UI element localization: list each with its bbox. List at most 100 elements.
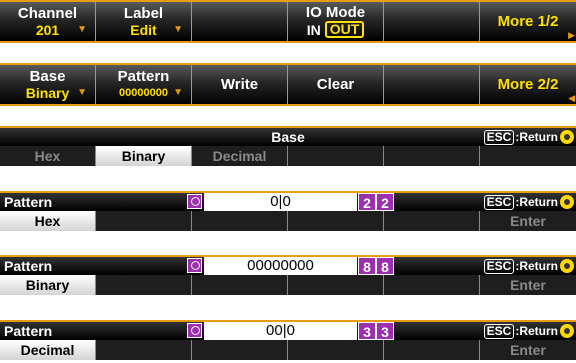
return-icon bbox=[560, 130, 574, 144]
softkey-bar-2: Base Binary Pattern 00000000 Write Clear… bbox=[0, 63, 576, 106]
io-mode-softkey[interactable]: IO Mode IN OUT bbox=[288, 2, 384, 41]
return-icon bbox=[560, 195, 574, 209]
enter-key[interactable]: Enter bbox=[480, 275, 576, 295]
channel-value: 201 bbox=[35, 21, 60, 38]
keypad-icon[interactable] bbox=[187, 258, 202, 273]
pattern-title: Pattern bbox=[4, 258, 53, 274]
empty-cell bbox=[288, 275, 384, 295]
chevron-down-icon bbox=[173, 25, 183, 35]
pattern-panel-keys: Hex Enter bbox=[0, 211, 576, 231]
io-out-option: OUT bbox=[324, 21, 365, 38]
max-length-indicator: 3 bbox=[376, 322, 394, 340]
label-value: Edit bbox=[130, 21, 157, 38]
clear-label: Clear bbox=[316, 75, 355, 93]
pattern-title: Pattern bbox=[4, 323, 53, 339]
more-softkey[interactable]: More 1/2 bbox=[480, 2, 576, 41]
esc-return[interactable]: ESC :Return bbox=[483, 257, 574, 275]
more-label: More 2/2 bbox=[497, 75, 559, 93]
pattern-panel-header: Pattern 00|0 3 3 ESC :Return bbox=[0, 320, 576, 340]
base-mode-key[interactable]: Hex bbox=[0, 211, 96, 231]
base-panel: Base ESC :Return Hex Binary Decimal bbox=[0, 126, 576, 166]
esc-return[interactable]: ESC :Return bbox=[483, 193, 574, 211]
empty-softkey[interactable] bbox=[384, 2, 480, 41]
base-panel-header: Base ESC :Return bbox=[0, 126, 576, 146]
more-label: More 1/2 bbox=[497, 12, 559, 30]
write-softkey[interactable]: Write bbox=[192, 65, 288, 104]
empty-cell bbox=[384, 340, 480, 360]
base-softkey[interactable]: Base Binary bbox=[0, 65, 96, 104]
base-option-hex[interactable]: Hex bbox=[0, 146, 96, 166]
base-options: Hex Binary Decimal bbox=[0, 146, 576, 166]
write-label: Write bbox=[220, 75, 259, 93]
channel-softkey[interactable]: Channel 201 bbox=[0, 2, 96, 41]
chevron-down-icon bbox=[77, 25, 87, 35]
max-length-indicator: 2 bbox=[376, 193, 394, 211]
base-value: Binary bbox=[25, 84, 70, 101]
empty-cell bbox=[288, 146, 384, 166]
label-softkey[interactable]: Label Edit bbox=[96, 2, 192, 41]
esc-key: ESC bbox=[483, 258, 515, 274]
empty-cell bbox=[288, 340, 384, 360]
return-label: :Return bbox=[515, 195, 558, 209]
esc-return[interactable]: ESC :Return bbox=[483, 128, 574, 146]
keypad-icon[interactable] bbox=[187, 323, 202, 338]
pattern-input[interactable]: 0|0 bbox=[204, 193, 357, 211]
return-icon bbox=[560, 259, 574, 273]
chevron-down-icon bbox=[173, 88, 183, 98]
empty-softkey[interactable] bbox=[192, 2, 288, 41]
length-indicator: 2 bbox=[358, 193, 376, 211]
pattern-panel-decimal: Pattern 00|0 3 3 ESC :Return Decimal Ent… bbox=[0, 320, 576, 360]
base-option-binary[interactable]: Binary bbox=[96, 146, 192, 166]
esc-key: ESC bbox=[483, 194, 515, 210]
pattern-panel-keys: Decimal Enter bbox=[0, 340, 576, 360]
empty-cell bbox=[288, 211, 384, 231]
softkey-bar-1: Channel 201 Label Edit IO Mode IN OUT Mo… bbox=[0, 0, 576, 43]
pattern-panel-keys: Binary Enter bbox=[0, 275, 576, 295]
return-icon bbox=[560, 324, 574, 338]
pattern-softkey[interactable]: Pattern 00000000 bbox=[96, 65, 192, 104]
pattern-panel-hex: Pattern 0|0 2 2 ESC :Return Hex Enter bbox=[0, 191, 576, 231]
pattern-panel-header: Pattern 0|0 2 2 ESC :Return bbox=[0, 191, 576, 211]
empty-softkey[interactable] bbox=[384, 65, 480, 104]
arrow-left-icon bbox=[568, 94, 575, 103]
empty-cell bbox=[96, 211, 192, 231]
keypad-icon[interactable] bbox=[187, 194, 202, 209]
empty-cell bbox=[192, 211, 288, 231]
chevron-down-icon bbox=[77, 88, 87, 98]
length-indicator: 3 bbox=[358, 322, 376, 340]
pattern-value: 00000000 bbox=[119, 86, 168, 99]
base-mode-key[interactable]: Decimal bbox=[0, 340, 96, 360]
arrow-right-icon bbox=[568, 31, 575, 40]
enter-key[interactable]: Enter bbox=[480, 211, 576, 231]
label-label: Label bbox=[123, 4, 164, 22]
empty-cell bbox=[384, 146, 480, 166]
empty-cell bbox=[96, 340, 192, 360]
pattern-title: Pattern bbox=[4, 194, 53, 210]
length-indicator: 8 bbox=[358, 257, 376, 275]
base-label: Base bbox=[29, 67, 66, 85]
return-label: :Return bbox=[515, 130, 558, 144]
max-length-indicator: 8 bbox=[376, 257, 394, 275]
more-softkey[interactable]: More 2/2 bbox=[480, 65, 576, 104]
empty-cell bbox=[480, 146, 576, 166]
esc-key: ESC bbox=[483, 323, 515, 339]
pattern-panel-binary: Pattern 00000000 8 8 ESC :Return Binary … bbox=[0, 255, 576, 295]
clear-softkey[interactable]: Clear bbox=[288, 65, 384, 104]
base-option-decimal[interactable]: Decimal bbox=[192, 146, 288, 166]
pattern-label: Pattern bbox=[117, 67, 170, 85]
channel-label: Channel bbox=[17, 4, 78, 22]
pattern-input[interactable]: 00|0 bbox=[204, 322, 357, 340]
empty-cell bbox=[96, 275, 192, 295]
return-label: :Return bbox=[515, 324, 558, 338]
empty-cell bbox=[192, 275, 288, 295]
empty-cell bbox=[384, 275, 480, 295]
enter-key[interactable]: Enter bbox=[480, 340, 576, 360]
base-mode-key[interactable]: Binary bbox=[0, 275, 96, 295]
esc-key: ESC bbox=[483, 129, 515, 145]
io-in-option: IN bbox=[306, 21, 321, 38]
io-mode-options: IN OUT bbox=[307, 21, 365, 38]
esc-return[interactable]: ESC :Return bbox=[483, 322, 574, 340]
pattern-panel-header: Pattern 00000000 8 8 ESC :Return bbox=[0, 255, 576, 275]
io-mode-label: IO Mode bbox=[305, 4, 366, 21]
pattern-input[interactable]: 00000000 bbox=[204, 257, 357, 275]
